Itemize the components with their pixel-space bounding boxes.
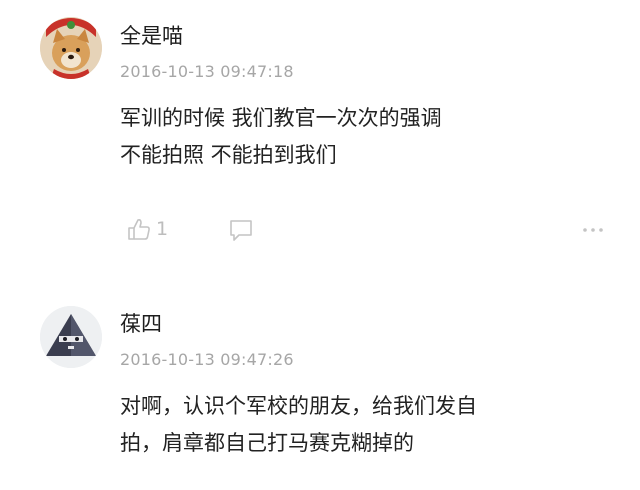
comment-username[interactable]: 全是喵 <box>120 20 183 50</box>
comment-body-line: 拍，肩章都自己打马赛克糊掉的 <box>120 431 414 455</box>
dog-avatar-icon <box>40 17 102 79</box>
avatar[interactable] <box>40 306 102 368</box>
comment-timestamp: 2016-10-13 09:47:26 <box>120 350 294 369</box>
comment-item: 全是喵 2016-10-13 09:47:18 军训的时候 我们教官一次次的强调… <box>0 0 640 280</box>
like-button[interactable]: 1 <box>126 214 168 244</box>
comment-body-line: 对啊，认识个军校的朋友，给我们发自 <box>120 394 477 418</box>
comment-item: 葆四 2016-10-13 09:47:26 对啊，认识个军校的朋友，给我们发自… <box>0 292 640 490</box>
comment-bubble-icon <box>230 220 252 241</box>
more-dots-icon <box>583 228 603 232</box>
reply-button[interactable] <box>226 216 256 244</box>
comment-actions: 1 <box>120 210 610 250</box>
comment-body: 对啊，认识个军校的朋友，给我们发自 拍，肩章都自己打马赛克糊掉的 <box>120 388 620 462</box>
comment-username[interactable]: 葆四 <box>120 308 162 338</box>
comment-timestamp: 2016-10-13 09:47:18 <box>120 62 294 81</box>
comments-page: 全是喵 2016-10-13 09:47:18 军训的时候 我们教官一次次的强调… <box>0 0 640 490</box>
comment-body: 军训的时候 我们教官一次次的强调 不能拍照 不能拍到我们 <box>120 100 620 174</box>
comment-body-line: 不能拍照 不能拍到我们 <box>120 143 337 167</box>
like-count: 1 <box>156 218 169 240</box>
thumbs-up-icon <box>128 219 150 240</box>
avatar[interactable] <box>40 17 102 79</box>
triangle-avatar-icon <box>40 306 102 368</box>
more-options-button[interactable] <box>576 216 610 244</box>
comment-body-line: 军训的时候 我们教官一次次的强调 <box>120 106 442 130</box>
